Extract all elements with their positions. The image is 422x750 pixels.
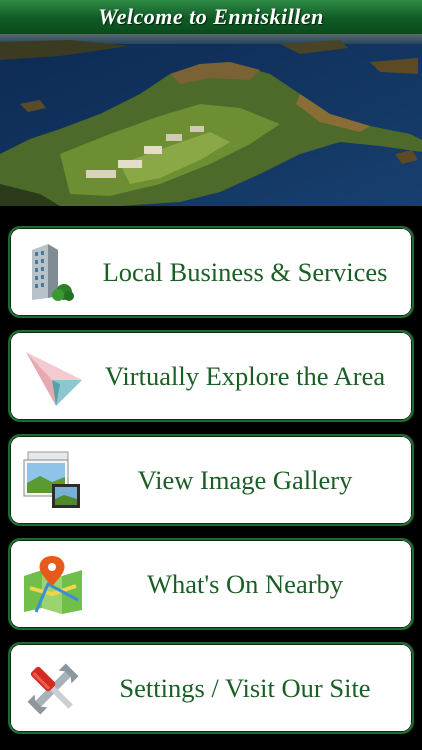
menu-item-label: What's On Nearby xyxy=(146,568,344,599)
app-screen: Welcome to Enniskillen Local Business & … xyxy=(0,0,422,750)
menu-item-settings[interactable]: Settings / Visit Our Site xyxy=(8,642,414,734)
tools-icon xyxy=(27,663,79,715)
menu-item-whats-on[interactable]: What's On Nearby xyxy=(8,538,414,630)
menu-item-explore-area[interactable]: Virtually Explore the Area xyxy=(8,330,414,422)
office-building-icon xyxy=(32,244,74,301)
menu-item-label: Local Business & Services xyxy=(102,256,388,287)
menu-item-label: View Image Gallery xyxy=(137,464,353,495)
menu-item-label: Virtually Explore the Area xyxy=(104,360,386,391)
page-title: Welcome to Enniskillen xyxy=(98,4,324,29)
map-pin-icon xyxy=(24,556,82,614)
aerial-landscape-image xyxy=(0,34,422,206)
paper-plane-icon xyxy=(26,352,82,406)
hero-image xyxy=(0,34,422,206)
menu-item-image-gallery[interactable]: View Image Gallery xyxy=(8,434,414,526)
photo-gallery-icon xyxy=(23,451,80,508)
title-bar: Welcome to Enniskillen xyxy=(0,0,422,35)
menu-item-label: Settings / Visit Our Site xyxy=(119,672,371,703)
menu-item-local-business[interactable]: Local Business & Services xyxy=(8,226,414,318)
